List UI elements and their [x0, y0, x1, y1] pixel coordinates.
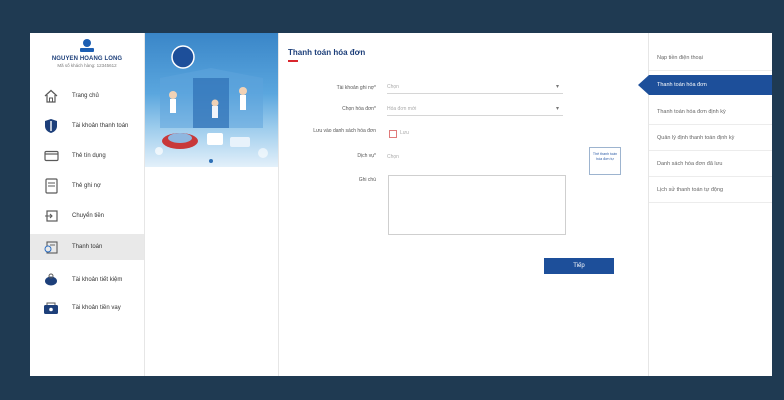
menu-item-label: Danh sách hóa đơn đã lưu	[657, 160, 723, 167]
menu-item-bill-payment[interactable]: Thanh toán hóa đơn	[649, 75, 772, 95]
promo-banner-illustration	[155, 45, 268, 163]
menu-item-label: Lịch sử thanh toán tự động	[657, 186, 724, 193]
menu-item-label: Thanh toán hóa đơn	[657, 82, 707, 88]
save-list-checkbox[interactable]	[389, 130, 397, 138]
active-indicator	[638, 75, 649, 95]
sidebar-item-label: Tài khoản thanh toán	[72, 123, 129, 129]
card-icon	[42, 147, 60, 165]
sidebar-item-payment[interactable]: Thanh toán	[30, 234, 144, 260]
save-list-option: Lưu	[400, 130, 409, 136]
note-textarea[interactable]	[388, 175, 566, 235]
bill-value: Hóa đơn mới	[387, 106, 417, 112]
menu-item-saved-bills[interactable]: Danh sách hóa đơn đã lưu	[649, 151, 772, 177]
bill-select[interactable]: Hóa đơn mới ▾	[387, 103, 563, 116]
sidebar-item-home[interactable]: Trang chủ	[30, 83, 144, 109]
service-label: Dịch vụ*	[357, 153, 376, 159]
loan-icon	[42, 299, 60, 317]
menu-item-recurring-payment[interactable]: Thanh toán hóa đơn định kỳ	[649, 99, 772, 125]
home-icon	[42, 87, 60, 105]
sidebar-item-transfer[interactable]: Chuyển tiền	[30, 203, 144, 229]
transfer-icon	[42, 207, 60, 225]
debit-card-icon	[42, 177, 60, 195]
sidebar-item-savings[interactable]: Tài khoản tiết kiệm	[30, 267, 144, 293]
source-account-value: Chọn	[387, 84, 399, 90]
shield-icon	[42, 117, 60, 135]
customer-name: NGUYEN HOANG LONG	[51, 56, 123, 62]
menu-item-label: Nạp tiền điện thoại	[657, 54, 703, 61]
menu-item-manage-recurring[interactable]: Quản lý định thanh toán định kỳ	[649, 125, 772, 151]
menu-item-label: Thanh toán hóa đơn định kỳ	[657, 108, 726, 115]
source-account-label: Tài khoản ghi nợ*	[336, 85, 376, 91]
note-label: Ghi chú	[358, 177, 376, 183]
menu-item-auto-pay-history[interactable]: Lịch sử thanh toán tự động	[649, 177, 772, 203]
app-screen: NGUYEN HOANG LONG Mã số khách hàng: 1234…	[30, 33, 772, 376]
divider	[278, 33, 279, 376]
bill-label: Chọn hóa đơn*	[342, 106, 376, 112]
auto-pay-card[interactable]: Thẻ thanh toán hóa đơn tự	[589, 147, 621, 175]
auto-pay-card-text: Thẻ thanh toán hóa đơn tự	[592, 152, 618, 161]
device-frame: NGUYEN HOANG LONG Mã số khách hàng: 1234…	[0, 0, 784, 400]
chevron-down-icon: ▾	[555, 106, 559, 112]
sidebar-item-debit-card[interactable]: Thẻ ghi nợ	[30, 173, 144, 199]
bank-logo-icon	[80, 39, 94, 53]
payment-icon	[42, 238, 60, 256]
menu-item-topup[interactable]: Nạp tiền điện thoại	[649, 45, 772, 71]
sidebar-item-label: Thanh toán	[72, 244, 103, 250]
customer-id: Mã số khách hàng: 12345612	[57, 63, 117, 68]
sidebar-item-payment-account[interactable]: Tài khoản thanh toán	[30, 113, 144, 139]
brand-logo: NGUYEN HOANG LONG Mã số khách hàng: 1234…	[30, 39, 144, 75]
sidebar-item-credit-card[interactable]: Thẻ tín dụng	[30, 143, 144, 169]
menu-item-label: Quản lý định thanh toán định kỳ	[657, 134, 735, 141]
piggy-bank-icon	[42, 271, 60, 289]
sidebar-item-loan[interactable]: Tài khoản tiền vay	[30, 295, 144, 321]
title-underline	[288, 60, 298, 62]
save-list-label: Lưu vào danh sách hóa đơn	[313, 128, 376, 134]
page-title: Thanh toán hóa đơn	[288, 48, 366, 57]
promo-banner[interactable]	[145, 33, 278, 167]
sidebar-item-label: Thẻ tín dụng	[72, 153, 106, 159]
source-account-select[interactable]: Chọn ▾	[387, 81, 563, 94]
sidebar-item-label: Chuyển tiền	[72, 213, 105, 219]
sidebar: NGUYEN HOANG LONG Mã số khách hàng: 1234…	[30, 33, 145, 376]
next-button[interactable]: Tiếp	[544, 258, 614, 274]
sidebar-item-label: Thẻ ghi nợ	[72, 183, 101, 189]
sidebar-item-label: Trang chủ	[72, 93, 99, 99]
service-select[interactable]: Chọn	[387, 151, 563, 163]
service-value: Chọn	[387, 154, 399, 160]
sidebar-item-label: Tài khoản tiền vay	[72, 305, 121, 311]
chevron-down-icon: ▾	[555, 84, 559, 90]
sidebar-item-label: Tài khoản tiết kiệm	[72, 277, 123, 283]
